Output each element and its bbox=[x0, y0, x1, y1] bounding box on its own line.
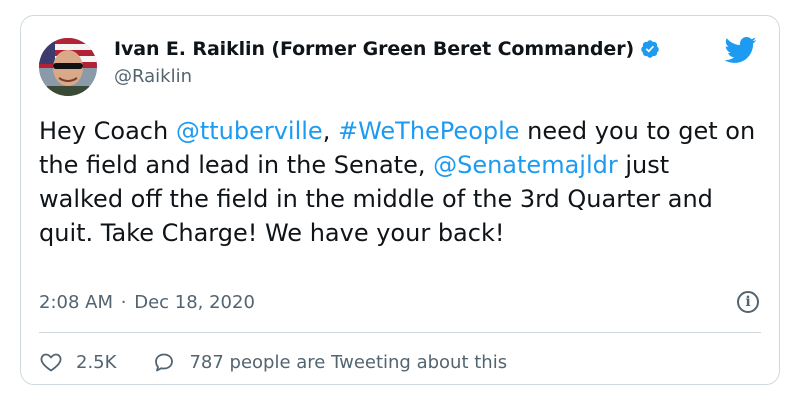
author-name-line[interactable]: Ivan E. Raiklin (Former Green Beret Comm… bbox=[114, 36, 660, 62]
twitter-bird-icon[interactable] bbox=[723, 36, 757, 64]
heart-icon bbox=[40, 353, 62, 372]
tweet-text-segment: Hey Coach bbox=[39, 117, 176, 145]
hashtag-link[interactable]: #WeThePeople bbox=[338, 117, 520, 145]
like-button[interactable]: 2.5K bbox=[39, 350, 116, 374]
divider bbox=[39, 332, 761, 333]
timestamp-separator: · bbox=[120, 292, 127, 313]
author-display-name[interactable]: Ivan E. Raiklin (Former Green Beret Comm… bbox=[114, 38, 634, 60]
tweet-time[interactable]: 2:08 AM bbox=[39, 292, 113, 313]
tweeting-about-button[interactable]: 787 people are Tweeting about this bbox=[152, 350, 507, 374]
avatar[interactable] bbox=[39, 38, 97, 96]
author-handle[interactable]: @Raiklin bbox=[114, 66, 192, 87]
avatar-image bbox=[39, 38, 97, 96]
tweet-card[interactable]: Ivan E. Raiklin (Former Green Beret Comm… bbox=[20, 15, 780, 385]
tweet-text: Hey Coach @ttuberville, #WeThePeople nee… bbox=[39, 114, 759, 250]
verified-badge-icon bbox=[640, 39, 660, 59]
tweet-actions: 2.5K 787 people are Tweeting about this bbox=[39, 349, 507, 375]
mention-link[interactable]: @Senatemajldr bbox=[433, 151, 618, 179]
tweet-date[interactable]: Dec 18, 2020 bbox=[134, 292, 255, 313]
info-icon[interactable]: i bbox=[737, 291, 759, 313]
tweeting-about-text: 787 people are Tweeting about this bbox=[189, 351, 508, 373]
mention-link[interactable]: @ttuberville bbox=[176, 117, 323, 145]
speech-bubble-icon bbox=[155, 353, 174, 372]
tweet-timestamp[interactable]: 2:08 AM · Dec 18, 2020 bbox=[39, 292, 255, 313]
like-count: 2.5K bbox=[76, 351, 117, 373]
tweet-text-segment: , bbox=[322, 117, 338, 145]
